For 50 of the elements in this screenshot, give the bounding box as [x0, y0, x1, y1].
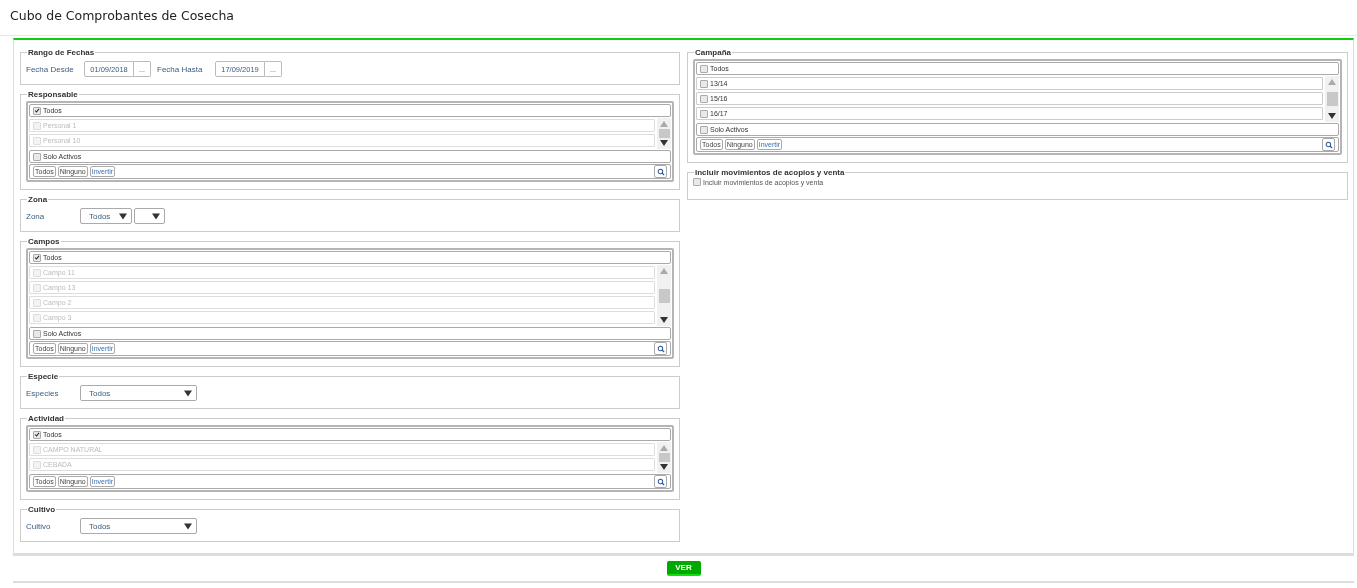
search-button[interactable]	[654, 165, 667, 178]
dropdown[interactable]: Todos	[80, 518, 197, 534]
checkbox[interactable]	[700, 79, 708, 88]
field-label: Zona	[26, 211, 46, 221]
checked-checkbox[interactable]	[33, 253, 41, 262]
field-label: Fecha Hasta	[157, 64, 204, 74]
dropdown[interactable]: Todos	[80, 208, 132, 224]
scroll-down-icon[interactable]	[660, 140, 668, 146]
caret-icon[interactable]	[184, 522, 192, 530]
section-title: Rango de Fechas	[27, 48, 96, 57]
checkbox[interactable]	[700, 109, 708, 118]
search-button[interactable]	[1322, 138, 1335, 151]
scroll-down-icon[interactable]	[660, 317, 668, 323]
checkbox[interactable]	[693, 178, 701, 186]
dropdown[interactable]: Todos	[80, 385, 197, 401]
section-title: Cultivo	[27, 505, 57, 514]
checkbox[interactable]	[700, 125, 708, 134]
caret-icon[interactable]	[152, 212, 160, 220]
search-icon	[656, 167, 665, 176]
checkbox[interactable]	[700, 64, 708, 73]
checkbox[interactable]	[33, 329, 41, 338]
section-title: Especie	[27, 372, 60, 381]
section-title: Zona	[27, 195, 49, 204]
search-button[interactable]	[654, 475, 667, 488]
caret-icon[interactable]	[184, 389, 192, 397]
caret-icon[interactable]	[119, 212, 127, 220]
scrollbar[interactable]	[657, 118, 671, 149]
search-icon	[1324, 140, 1333, 149]
checked-checkbox[interactable]	[33, 106, 41, 115]
search-button[interactable]	[654, 342, 667, 355]
section-title: Actividad	[27, 414, 65, 423]
search-icon	[656, 477, 665, 486]
section-title: Incluir movimientos de acopios y venta	[694, 168, 846, 177]
field-label: Cultivo	[26, 521, 52, 531]
scrollbar[interactable]	[657, 442, 671, 473]
field-label: Fecha Desde	[26, 64, 75, 74]
section-title: Responsable	[27, 90, 79, 99]
scrollbar[interactable]	[1325, 76, 1339, 122]
page-title: Cubo de Comprobantes de Cosecha	[10, 8, 235, 23]
section-title: Campos	[27, 237, 61, 246]
section-title: Campaña	[694, 48, 732, 57]
field-label: Especies	[26, 388, 60, 398]
scrollbar[interactable]	[657, 265, 671, 326]
checkbox[interactable]	[33, 152, 41, 161]
search-icon	[656, 344, 665, 353]
checked-checkbox[interactable]	[33, 430, 41, 439]
checkbox[interactable]	[700, 94, 708, 103]
scroll-down-icon[interactable]	[660, 464, 668, 470]
scroll-down-icon[interactable]	[1328, 113, 1336, 119]
dropdown[interactable]	[134, 208, 165, 224]
